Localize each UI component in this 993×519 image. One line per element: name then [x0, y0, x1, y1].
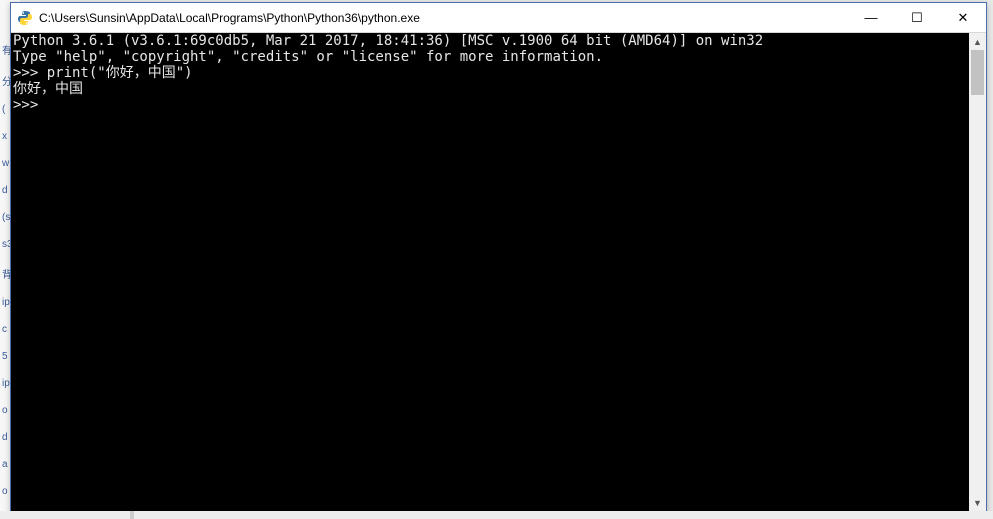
window-title: C:\Users\Sunsin\AppData\Local\Programs\P…: [39, 11, 848, 25]
window-controls: — ☐ ✕: [848, 3, 986, 32]
close-button[interactable]: ✕: [940, 3, 986, 32]
maximize-button[interactable]: ☐: [894, 3, 940, 32]
console-window: C:\Users\Sunsin\AppData\Local\Programs\P…: [10, 2, 987, 512]
python-icon: [17, 10, 33, 26]
titlebar[interactable]: C:\Users\Sunsin\AppData\Local\Programs\P…: [11, 3, 986, 33]
vertical-scrollbar[interactable]: ▲ ▼: [969, 33, 986, 511]
terminal-output[interactable]: Python 3.6.1 (v3.6.1:69c0db5, Mar 21 201…: [11, 33, 969, 511]
scroll-up-button[interactable]: ▲: [969, 33, 986, 50]
scroll-thumb[interactable]: [971, 50, 984, 95]
scroll-down-button[interactable]: ▼: [969, 494, 986, 511]
taskbar-divider: [130, 511, 134, 519]
scroll-track[interactable]: [969, 50, 986, 494]
taskbar-fragment: [0, 511, 993, 519]
minimize-button[interactable]: —: [848, 3, 894, 32]
client-area: Python 3.6.1 (v3.6.1:69c0db5, Mar 21 201…: [11, 33, 986, 511]
